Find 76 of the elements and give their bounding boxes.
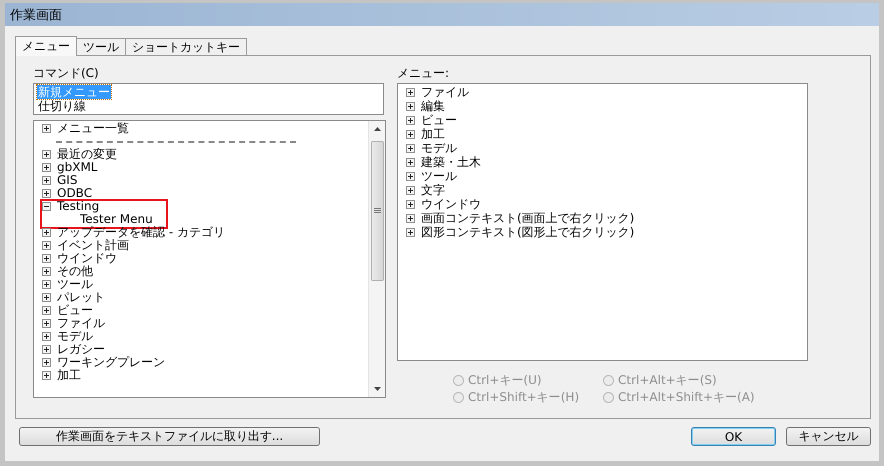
tree-item[interactable]: 最近の変更: [57, 148, 117, 161]
tree-item[interactable]: GIS: [57, 174, 78, 187]
expand-icon[interactable]: [406, 116, 415, 124]
scroll-thumb[interactable]: [370, 141, 384, 281]
field-label: コマンド(C): [33, 65, 99, 81]
expand-icon[interactable]: [42, 150, 51, 159]
tree-item[interactable]: パレット: [57, 291, 105, 304]
expand-icon[interactable]: [406, 158, 415, 166]
tree-item[interactable]: ウインドウ: [57, 252, 117, 265]
scroll-up-icon[interactable]: [374, 127, 380, 131]
tree-item[interactable]: 編集: [421, 99, 445, 113]
list-item[interactable]: 仕切り線: [37, 99, 87, 113]
tree-item[interactable]: 建築・土木: [421, 155, 481, 169]
collapse-icon[interactable]: [42, 202, 51, 211]
scroll-down-icon[interactable]: [374, 387, 380, 391]
expand-icon[interactable]: [406, 102, 415, 110]
menu-tree[interactable]: ファイル 編集 ビュー 加工 モデル 建築・土木 ツール 文字 ウインドウ 画面コンテキスト(画面上で右クリック) 図形コンテキスト(図形上で右クリック): [397, 83, 808, 361]
expand-icon[interactable]: [406, 130, 415, 138]
expand-icon[interactable]: [406, 186, 415, 194]
tree-item[interactable]: メニュー一覧: [57, 122, 129, 135]
tree-item[interactable]: ビュー: [57, 304, 93, 317]
tree-item[interactable]: 加工: [57, 369, 81, 382]
tree-item[interactable]: 画面コンテキスト(画面上で右クリック): [421, 211, 634, 225]
expand-icon[interactable]: [42, 319, 51, 328]
expand-icon[interactable]: [406, 172, 415, 180]
tree-item[interactable]: ファイル: [57, 317, 105, 330]
expand-icon[interactable]: [42, 306, 51, 315]
tree-item[interactable]: アップデータを確認 - カテゴリ: [57, 226, 225, 239]
expand-icon[interactable]: [42, 293, 51, 302]
expand-icon[interactable]: [42, 371, 51, 380]
tab[interactable]: ツール: [76, 38, 126, 55]
expand-icon[interactable]: [42, 280, 51, 289]
expand-icon[interactable]: [406, 88, 415, 96]
tree-item[interactable]: 加工: [421, 127, 445, 141]
tree-item[interactable]: gbXML: [57, 161, 98, 174]
tree-item[interactable]: ODBC: [57, 187, 92, 200]
scrollbar[interactable]: [368, 121, 385, 397]
ok-button[interactable]: OK: [691, 427, 776, 446]
tree-item[interactable]: モデル: [421, 141, 457, 155]
tree-item[interactable]: Testing: [57, 200, 100, 213]
command-list[interactable]: 新規メニュー 仕切り線: [33, 83, 384, 115]
tree-item[interactable]: 文字: [421, 183, 445, 197]
expand-icon[interactable]: [42, 241, 51, 250]
tree-item[interactable]: その他: [57, 265, 93, 278]
tab[interactable]: ショートカットキー: [125, 38, 247, 55]
tree-item[interactable]: イベント計画: [57, 239, 129, 252]
expand-icon[interactable]: [42, 345, 51, 354]
tree-item[interactable]: ツール: [57, 278, 93, 291]
expand-icon[interactable]: [42, 254, 51, 263]
tree-item[interactable]: ファイル: [421, 85, 469, 99]
expand-icon[interactable]: [406, 144, 415, 152]
tree-item[interactable]: ワーキングプレーン: [57, 356, 165, 369]
tree-item[interactable]: モデル: [57, 330, 93, 343]
expand-icon[interactable]: [406, 228, 415, 236]
cancel-button[interactable]: キャンセル: [786, 427, 871, 446]
tree-item[interactable]: レガシー: [57, 343, 105, 356]
export-button[interactable]: 作業画面をテキストファイルに取り出す...: [19, 427, 320, 446]
expand-icon[interactable]: [42, 189, 51, 198]
expand-icon[interactable]: [42, 163, 51, 172]
expand-icon[interactable]: [406, 214, 415, 222]
expand-icon[interactable]: [42, 267, 51, 276]
tab[interactable]: メニュー: [15, 36, 77, 56]
tree-item[interactable]: ウインドウ: [421, 197, 481, 211]
field-label: メニュー:: [397, 65, 450, 81]
expand-icon[interactable]: [42, 176, 51, 185]
expand-icon[interactable]: [42, 358, 51, 367]
expand-icon[interactable]: [42, 228, 51, 237]
expand-icon[interactable]: [42, 124, 51, 133]
tree-item[interactable]: ツール: [421, 169, 457, 183]
expand-icon[interactable]: [406, 200, 415, 208]
tree-item[interactable]: ビュー: [421, 113, 457, 127]
expand-icon[interactable]: [42, 332, 51, 341]
tree-item[interactable]: Tester Menu: [80, 213, 153, 226]
command-tree[interactable]: メニュー一覧 最近の変更 gbXML GIS ODBC Testing Tester Menu アップデータを確認 - カテゴリ イベント計画 ウインドウ その他 ツール パレット ビュー ファイル モデル レガシー ワーキングプレーン 加工: [33, 120, 386, 398]
window-title: 作業画面: [5, 3, 879, 26]
tree-item[interactable]: 図形コンテキスト(図形上で右クリック): [421, 225, 634, 239]
